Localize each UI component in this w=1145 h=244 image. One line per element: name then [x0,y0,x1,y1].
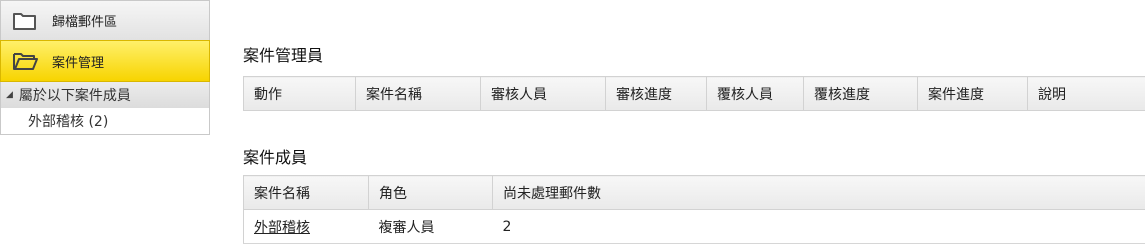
sidebar-item-archive[interactable]: 歸檔郵件區 [0,0,210,41]
table-header-row: 動作 案件名稱 審核人員 審核進度 覆核人員 覆核進度 案件進度 說明 [243,76,1145,111]
column-header[interactable]: 案件進度 [917,76,1028,111]
member-of-cases-header[interactable]: ◢ 屬於以下案件成員 [0,82,210,108]
column-header[interactable]: 覆核人員 [706,76,804,111]
column-header[interactable]: 審核進度 [605,76,707,111]
table-header-row: 案件名稱 角色 尚未處理郵件數 [243,175,1145,210]
case-members-title: 案件成員 [243,148,308,167]
sidebar-item-label: 案件管理 [52,55,105,71]
column-header[interactable]: 覆核進度 [803,76,918,111]
subheader-label: 屬於以下案件成員 [18,88,131,104]
column-header[interactable]: 角色 [368,175,493,210]
pending-count-cell: 2 [492,209,1145,244]
column-header[interactable]: 說明 [1027,76,1145,111]
column-header[interactable]: 案件名稱 [355,76,481,111]
sidebar-subitem-external-audit[interactable]: 外部稽核 (2) [0,108,210,135]
case-members-table: 案件名稱 角色 尚未處理郵件數 外部稽核 複審人員 2 [243,175,1145,244]
column-header[interactable]: 尚未處理郵件數 [492,175,1145,210]
collapse-triangle-icon: ◢ [6,90,13,100]
column-header[interactable]: 審核人員 [480,76,606,111]
role-cell: 複審人員 [368,209,493,244]
case-name-link[interactable]: 外部稽核 [254,220,310,236]
case-name-cell: 外部稽核 [243,209,369,244]
sidebar-nav: 歸檔郵件區 案件管理 ◢ 屬於以下案件成員 外部稽核 (2) [0,0,210,135]
sidebar-item-label: 歸檔郵件區 [52,15,118,30]
column-header[interactable]: 動作 [243,76,356,111]
sidebar-item-case-management[interactable]: 案件管理 [0,40,210,82]
table-row: 外部稽核 複審人員 2 [243,209,1145,244]
case-admins-table: 動作 案件名稱 審核人員 審核進度 覆核人員 覆核進度 案件進度 說明 [243,76,1145,111]
column-header[interactable]: 案件名稱 [243,175,369,210]
folder-open-icon [12,50,38,72]
subitem-label: 外部稽核 (2) [28,114,109,130]
case-admins-title: 案件管理員 [243,46,324,65]
folder-icon [12,10,38,32]
